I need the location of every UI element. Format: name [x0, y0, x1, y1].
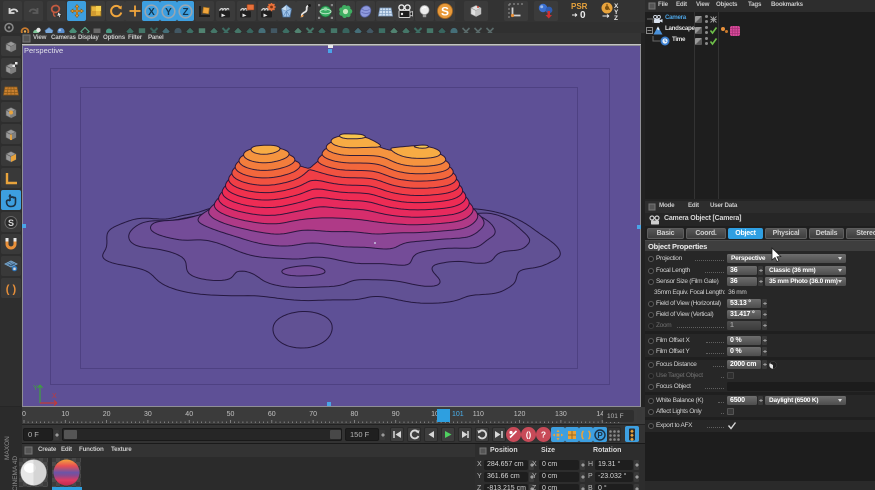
svg-text:0: 0	[22, 411, 26, 418]
svg-text:0: 0	[580, 10, 586, 21]
svg-text:Y: Y	[165, 7, 172, 18]
svg-text:(): ()	[526, 431, 532, 440]
svg-text:Y: Y	[33, 385, 38, 392]
svg-text:40: 40	[185, 411, 193, 418]
svg-text:110: 110	[473, 411, 484, 418]
svg-text:?: ?	[541, 430, 546, 440]
svg-text:Perspective: Perspective	[24, 46, 63, 55]
svg-text:101 F: 101 F	[607, 413, 624, 420]
svg-text:130: 130	[555, 411, 567, 418]
svg-text:101: 101	[452, 411, 464, 418]
svg-text:X: X	[148, 7, 155, 18]
svg-text:50: 50	[227, 411, 235, 418]
svg-text:20: 20	[103, 411, 111, 418]
svg-text:X: X	[52, 393, 57, 400]
svg-text:30: 30	[144, 411, 152, 418]
svg-text:120: 120	[514, 411, 526, 418]
svg-text:80: 80	[351, 411, 359, 418]
svg-text:P: P	[597, 431, 603, 440]
svg-text:Z: Z	[182, 7, 188, 18]
svg-text:S: S	[441, 5, 449, 19]
svg-text:Z: Z	[614, 15, 618, 21]
svg-text:90: 90	[392, 411, 400, 418]
svg-text:60: 60	[268, 411, 276, 418]
svg-text:S: S	[8, 218, 14, 228]
svg-text:10: 10	[61, 411, 69, 418]
svg-text:( ): ( )	[6, 283, 17, 295]
svg-text:70: 70	[309, 411, 317, 418]
